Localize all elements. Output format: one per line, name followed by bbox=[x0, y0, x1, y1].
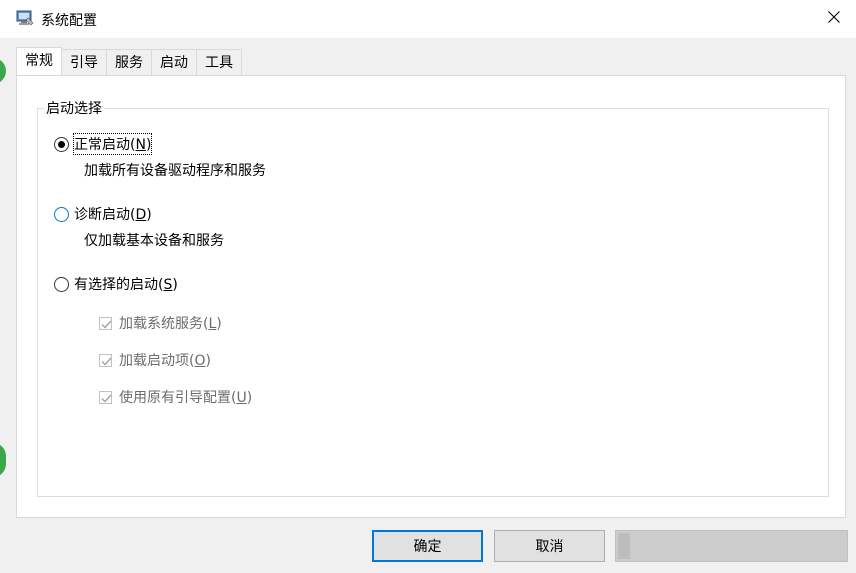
title-bar: 系统配置 bbox=[0, 0, 856, 38]
load-startup-items-label: 加载启动项(O) bbox=[119, 353, 211, 369]
checkmark-icon bbox=[99, 316, 112, 330]
use-original-boot-config-label: 使用原有引导配置(U) bbox=[119, 390, 253, 406]
load-startup-items-checkbox[interactable]: 加载启动项(O) bbox=[99, 350, 211, 370]
group-title: 启动选择 bbox=[44, 98, 104, 118]
ok-button[interactable]: 确定 bbox=[372, 530, 483, 562]
normal-startup-radio[interactable]: 正常启动(N) bbox=[54, 133, 153, 155]
tab-startup[interactable]: 启动 bbox=[151, 49, 197, 75]
load-system-services-checkbox[interactable]: 加载系统服务(L) bbox=[99, 313, 222, 333]
normal-startup-label: 正常启动(N) bbox=[72, 133, 153, 155]
diagnostic-startup-label: 诊断启动(D) bbox=[74, 207, 152, 223]
radio-unselected-icon bbox=[54, 276, 69, 292]
background-decoration bbox=[0, 443, 6, 477]
checkmark-icon bbox=[99, 390, 112, 404]
tab-boot[interactable]: 引导 bbox=[61, 49, 107, 75]
selective-startup-radio[interactable]: 有选择的启动(S) bbox=[54, 274, 178, 294]
normal-startup-description: 加载所有设备驱动程序和服务 bbox=[84, 163, 266, 179]
button-edge bbox=[618, 533, 630, 559]
tab-tools[interactable]: 工具 bbox=[196, 49, 242, 75]
tab-strip: 常规 引导 服务 启动 工具 bbox=[16, 47, 242, 75]
use-original-boot-config-checkbox[interactable]: 使用原有引导配置(U) bbox=[99, 387, 252, 407]
apply-button[interactable] bbox=[615, 530, 848, 562]
radio-selected-icon bbox=[54, 136, 69, 152]
close-button[interactable] bbox=[812, 0, 856, 38]
startup-selection-group: 启动选择 正常启动(N) 加载所有设备驱动程序和服务 诊断启动(D) 仅加载基本… bbox=[37, 98, 829, 497]
diagnostic-startup-description: 仅加载基本设备和服务 bbox=[84, 233, 224, 249]
selective-startup-label: 有选择的启动(S) bbox=[74, 277, 178, 293]
system-config-window: 系统配置 常规 引导 服务 启动 工具 启动选择 正常启动(N) 加载所有设备驱… bbox=[0, 0, 856, 573]
background-decoration bbox=[0, 58, 6, 84]
window-title: 系统配置 bbox=[41, 13, 97, 29]
cancel-button[interactable]: 取消 bbox=[494, 530, 605, 562]
general-tab-panel: 启动选择 正常启动(N) 加载所有设备驱动程序和服务 诊断启动(D) 仅加载基本… bbox=[16, 75, 846, 518]
checkmark-icon bbox=[99, 353, 112, 367]
tab-general[interactable]: 常规 bbox=[16, 47, 62, 75]
msconfig-icon bbox=[16, 10, 34, 26]
radio-unselected-icon bbox=[54, 206, 69, 222]
load-system-services-label: 加载系统服务(L) bbox=[119, 316, 222, 332]
diagnostic-startup-radio[interactable]: 诊断启动(D) bbox=[54, 204, 152, 224]
close-icon bbox=[828, 11, 840, 27]
tab-services[interactable]: 服务 bbox=[106, 49, 152, 75]
